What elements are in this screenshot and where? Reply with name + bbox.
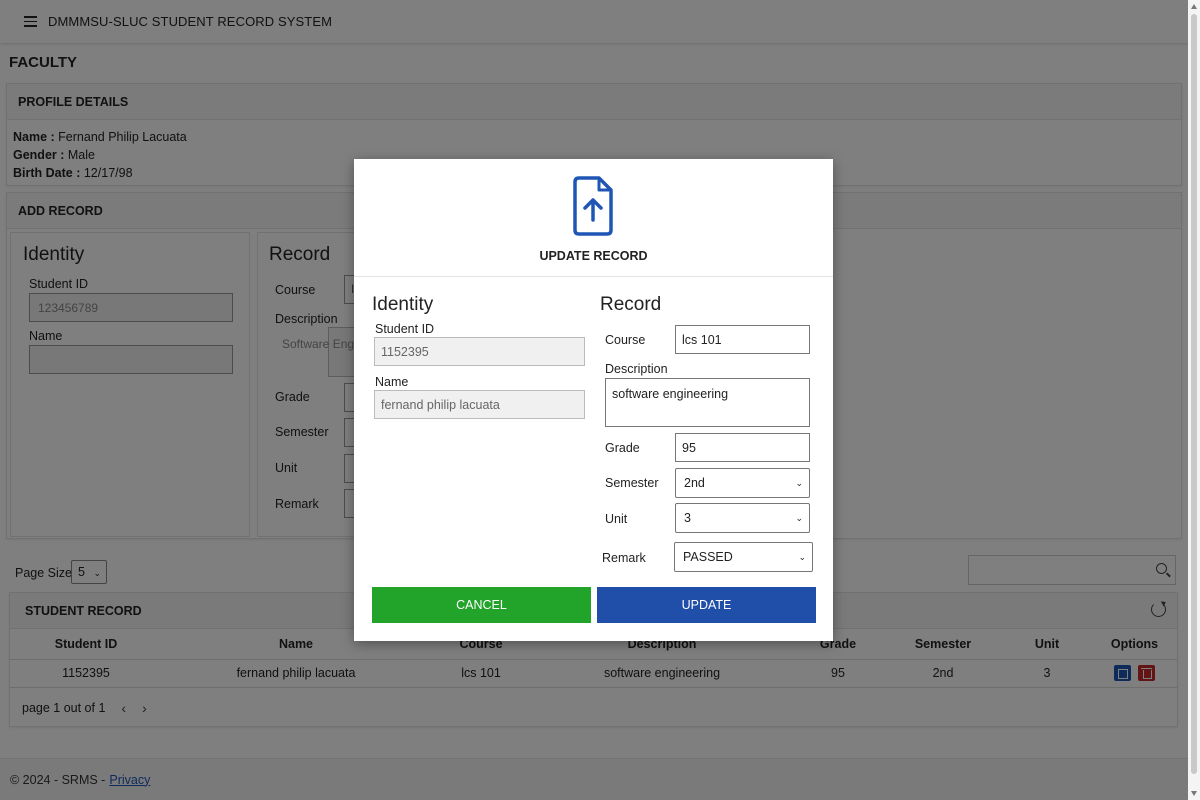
modal-description-label: Description [605, 362, 668, 376]
modal-header: UPDATE RECORD [354, 159, 833, 277]
modal-identity-title: Identity [372, 294, 434, 315]
modal-name-input[interactable]: fernand philip lacuata [374, 390, 585, 419]
modal-semester-select[interactable]: 2nd ⌄ [675, 468, 810, 498]
modal-name-label: Name [375, 375, 409, 389]
chevron-down-icon: ⌄ [795, 513, 803, 523]
modal-remark-label: Remark [602, 551, 646, 565]
modal-course-input[interactable]: lcs 101 [675, 325, 810, 354]
scrollbar-thumb[interactable] [1191, 14, 1197, 774]
modal-unit-select[interactable]: 3 ⌄ [675, 503, 810, 533]
modal-grade-label: Grade [605, 441, 640, 455]
modal-student-id-input[interactable]: 1152395 [374, 337, 585, 366]
modal-semester-value: 2nd [684, 476, 705, 490]
modal-grade-input[interactable]: 95 [675, 433, 810, 462]
modal-student-id-label: Student ID [375, 322, 435, 336]
modal-semester-label: Semester [605, 476, 659, 490]
update-button[interactable]: UPDATE [597, 587, 816, 623]
file-upload-icon [573, 176, 613, 236]
modal-unit-label: Unit [605, 512, 628, 526]
modal-description-textarea[interactable]: software engineering [605, 378, 810, 427]
scroll-up-icon[interactable] [1191, 4, 1197, 9]
vertical-scrollbar[interactable] [1188, 0, 1200, 800]
modal-title: UPDATE RECORD [539, 249, 648, 263]
chevron-down-icon: ⌄ [798, 552, 806, 562]
scroll-down-icon[interactable] [1191, 791, 1197, 796]
modal-remark-select[interactable]: PASSED ⌄ [674, 542, 813, 572]
modal-remark-value: PASSED [683, 550, 733, 564]
modal-course-label: Course [605, 333, 646, 347]
modal-unit-value: 3 [684, 511, 691, 525]
modal-record-title: Record [600, 294, 662, 315]
cancel-button[interactable]: CANCEL [372, 587, 591, 623]
update-record-modal: UPDATE RECORD Identity Student ID 115239… [354, 159, 833, 641]
chevron-down-icon: ⌄ [795, 478, 803, 488]
